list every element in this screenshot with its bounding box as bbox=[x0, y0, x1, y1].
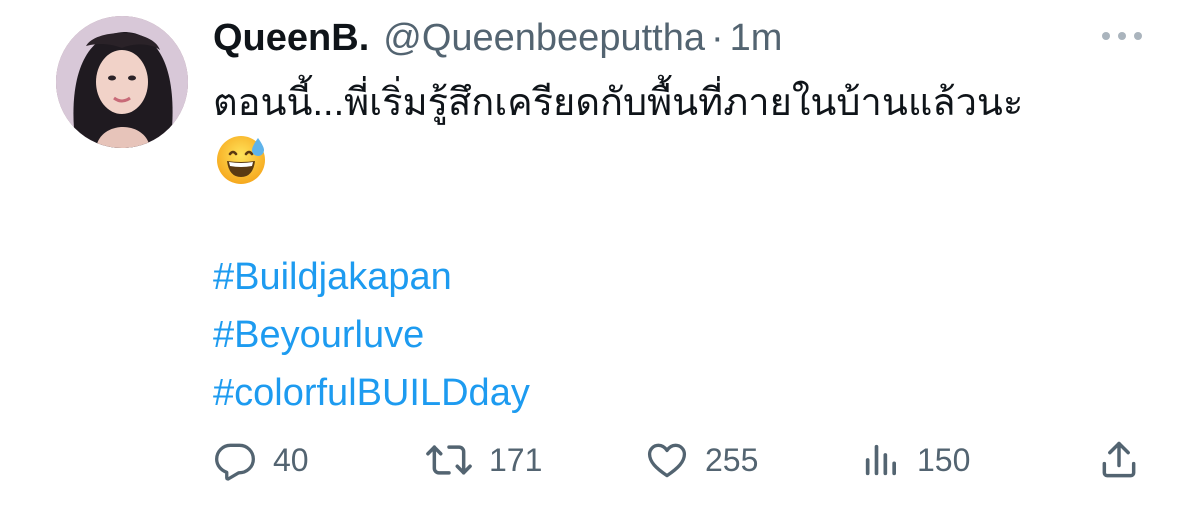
share-icon bbox=[1097, 438, 1141, 482]
more-horizontal-icon[interactable] bbox=[1102, 24, 1142, 48]
hashtag-link[interactable]: #Buildjakapan bbox=[213, 248, 530, 306]
tweet-actions: 40 171 255 150 bbox=[213, 436, 1143, 484]
grinning-face-with-sweat-icon bbox=[214, 132, 268, 186]
views-icon bbox=[861, 438, 901, 482]
avatar[interactable] bbox=[56, 16, 188, 148]
timestamp[interactable]: 1m bbox=[730, 17, 783, 60]
reply-count: 40 bbox=[273, 441, 309, 478]
retweet-count: 171 bbox=[489, 441, 543, 478]
tweet-text: ตอนนี้...พี่เริ่มรู้สึกเครียดกับพื้นที่ภ… bbox=[213, 82, 1024, 124]
views-button[interactable]: 150 bbox=[861, 436, 970, 484]
heart-icon bbox=[645, 438, 689, 482]
hashtag-link[interactable]: #colorfulBUILDday bbox=[213, 364, 530, 422]
separator-dot: · bbox=[710, 16, 724, 59]
like-count: 255 bbox=[705, 441, 759, 478]
retweet-button[interactable]: 171 bbox=[425, 436, 542, 484]
user-handle[interactable]: @Queenbeeputtha bbox=[383, 17, 705, 60]
hashtag-list: #Buildjakapan #Beyourluve #colorfulBUILD… bbox=[213, 248, 530, 422]
reply-icon bbox=[213, 438, 257, 482]
like-button[interactable]: 255 bbox=[645, 436, 758, 484]
views-count: 150 bbox=[917, 441, 971, 478]
tweet-header: QueenB. @Queenbeeputtha · 1m bbox=[213, 14, 782, 62]
display-name[interactable]: QueenB. bbox=[213, 17, 369, 60]
retweet-icon bbox=[425, 438, 473, 482]
share-button[interactable] bbox=[1097, 436, 1141, 484]
reply-button[interactable]: 40 bbox=[213, 436, 309, 484]
hashtag-link[interactable]: #Beyourluve bbox=[213, 306, 530, 364]
